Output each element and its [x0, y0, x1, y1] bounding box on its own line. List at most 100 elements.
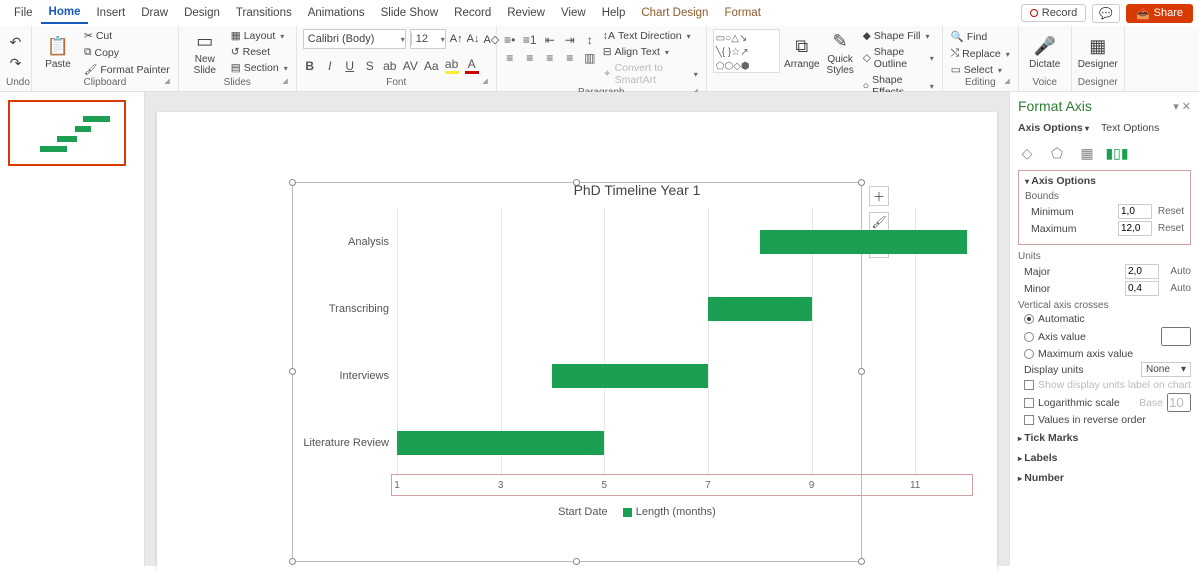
bullets-button[interactable]: ≡• — [503, 33, 517, 47]
layout-button[interactable]: ▦Layout — [229, 29, 290, 43]
shape-outline-button[interactable]: ◇Shape Outline — [861, 45, 936, 71]
tab-text-options[interactable]: Text Options — [1101, 122, 1159, 134]
comments-button[interactable]: 💬 — [1092, 4, 1120, 23]
align-text-button[interactable]: ⊟Align Text — [601, 45, 700, 59]
number-section[interactable]: Number — [1018, 468, 1191, 488]
log-scale[interactable]: Logarithmic scaleBase — [1024, 393, 1191, 412]
columns-button[interactable]: ▥ — [583, 51, 597, 65]
justify-button[interactable]: ≡ — [563, 51, 577, 65]
strike-button[interactable]: S — [363, 59, 377, 73]
chart-title[interactable]: PhD Timeline Year 1 — [297, 182, 977, 198]
menu-chart-design[interactable]: Chart Design — [633, 3, 716, 23]
menu-view[interactable]: View — [553, 3, 594, 23]
display-units-select[interactable]: None▾ — [1141, 362, 1191, 377]
paste-button[interactable]: 📋Paste — [38, 29, 78, 77]
underline-button[interactable]: U — [343, 59, 357, 73]
font-name-select[interactable]: Calibri (Body) — [303, 29, 406, 49]
layout-icon: ▦ — [231, 30, 241, 42]
shadow-button[interactable]: ab — [383, 59, 397, 73]
cut-button[interactable]: ✂Cut — [82, 29, 172, 43]
minor-auto[interactable]: Auto — [1163, 283, 1191, 294]
menu-transitions[interactable]: Transitions — [228, 3, 300, 23]
slide-thumb-1[interactable] — [8, 100, 126, 166]
menu-review[interactable]: Review — [499, 3, 553, 23]
section-heading[interactable]: Axis Options — [1025, 175, 1184, 187]
slide-canvas[interactable]: ＋ 🖌 ▽ PhD Timeline Year 1 1357911Analysi… — [157, 112, 997, 572]
menu-home[interactable]: Home — [41, 2, 89, 24]
reverse-order[interactable]: Values in reverse order — [1024, 414, 1191, 426]
highlight-button[interactable]: ab — [445, 57, 459, 74]
slide-editor[interactable]: ＋ 🖌 ▽ PhD Timeline Year 1 1357911Analysi… — [145, 92, 1009, 566]
case-button[interactable]: Aa — [424, 59, 439, 73]
menu-draw[interactable]: Draw — [133, 3, 176, 23]
chart-legend[interactable]: Start Date Length (months) — [297, 506, 977, 518]
redo-icon[interactable]: ↷ — [10, 55, 22, 72]
plot-area[interactable]: 1357911AnalysisTranscribingInterviewsLit… — [397, 208, 967, 476]
decrease-font-icon[interactable]: A↓ — [467, 33, 480, 45]
text-direction-button[interactable]: ↕AText Direction — [601, 29, 700, 43]
designer-button[interactable]: ▦Designer — [1078, 29, 1118, 77]
share-button[interactable]: 📤Share — [1126, 4, 1193, 23]
bar-interviews[interactable] — [552, 364, 707, 388]
indent-inc-button[interactable]: ⇥ — [563, 33, 577, 47]
pane-menu-icon[interactable]: ▾ ✕ — [1173, 100, 1191, 113]
line-spacing-button[interactable]: ↕ — [583, 33, 597, 47]
bar-analysis[interactable] — [760, 230, 967, 254]
menu-help[interactable]: Help — [594, 3, 634, 23]
arrange-button[interactable]: ⧉Arrange — [784, 29, 820, 77]
bar-literature-review[interactable] — [397, 431, 604, 455]
max-input[interactable] — [1118, 221, 1152, 236]
section-button[interactable]: ▤Section — [229, 61, 290, 75]
menu-format[interactable]: Format — [716, 3, 768, 23]
crosses-auto[interactable]: Automatic — [1024, 313, 1191, 325]
x-axis-selection[interactable] — [391, 474, 973, 496]
numbering-button[interactable]: ≡1 — [523, 33, 537, 47]
menu-slideshow[interactable]: Slide Show — [373, 3, 447, 23]
major-auto[interactable]: Auto — [1163, 266, 1191, 277]
align-center-button[interactable]: ≡ — [523, 51, 537, 65]
bold-button[interactable]: B — [303, 59, 317, 73]
align-left-button[interactable]: ≡ — [503, 51, 517, 65]
max-reset[interactable]: Reset — [1156, 223, 1184, 234]
shape-fill-button[interactable]: ◆Shape Fill — [861, 29, 936, 43]
menu-record[interactable]: Record — [446, 3, 499, 23]
font-color-button[interactable]: A — [465, 57, 479, 74]
tick-marks-section[interactable]: Tick Marks — [1018, 428, 1191, 448]
shapes-gallery[interactable]: ▭○△↘╲{ }☆↗⬠⬡◇⬢ — [713, 29, 780, 73]
align-right-button[interactable]: ≡ — [543, 51, 557, 65]
menu-file[interactable]: File — [6, 3, 41, 23]
undo-icon[interactable]: ↶ — [10, 34, 22, 51]
crosses-value[interactable]: Axis value — [1024, 327, 1191, 346]
italic-button[interactable]: I — [323, 59, 337, 73]
min-reset[interactable]: Reset — [1156, 206, 1184, 217]
minor-input[interactable] — [1125, 281, 1159, 296]
select-button[interactable]: ▭Select — [949, 63, 1012, 77]
menu-animations[interactable]: Animations — [300, 3, 373, 23]
bar-transcribing[interactable] — [708, 297, 812, 321]
record-button[interactable]: Record — [1021, 4, 1086, 22]
major-input[interactable] — [1125, 264, 1159, 279]
copy-button[interactable]: ⧉Copy — [82, 45, 172, 60]
menu-insert[interactable]: Insert — [88, 3, 133, 23]
min-input[interactable] — [1118, 204, 1152, 219]
find-button[interactable]: 🔍Find — [949, 29, 1012, 44]
dictate-button[interactable]: 🎤Dictate — [1025, 29, 1065, 77]
fill-line-icon[interactable]: ◇ — [1018, 144, 1036, 162]
tab-axis-options[interactable]: Axis Options — [1018, 122, 1089, 134]
labels-section[interactable]: Labels — [1018, 448, 1191, 468]
new-slide-button[interactable]: ▭New Slide — [185, 29, 225, 77]
quick-styles-button[interactable]: ✎Quick Styles — [824, 29, 857, 77]
menu-design[interactable]: Design — [176, 3, 228, 23]
axis-options-icon[interactable]: ▮▯▮ — [1108, 144, 1126, 162]
spacing-button[interactable]: AV — [403, 59, 418, 73]
increase-font-icon[interactable]: A↑ — [450, 33, 463, 45]
font-size-select[interactable]: 12 — [410, 29, 446, 49]
indent-dec-button[interactable]: ⇤ — [543, 33, 557, 47]
smartart-button[interactable]: ✦Convert to SmartArt — [601, 61, 700, 87]
crosses-max[interactable]: Maximum axis value — [1024, 348, 1191, 360]
effects-pane-icon[interactable]: ⬠ — [1048, 144, 1066, 162]
replace-button[interactable]: ⤭Replace — [949, 46, 1012, 61]
size-props-icon[interactable]: ▦ — [1078, 144, 1096, 162]
format-painter-button[interactable]: 🖌Format Painter — [82, 62, 172, 77]
reset-button[interactable]: ↺Reset — [229, 45, 290, 59]
